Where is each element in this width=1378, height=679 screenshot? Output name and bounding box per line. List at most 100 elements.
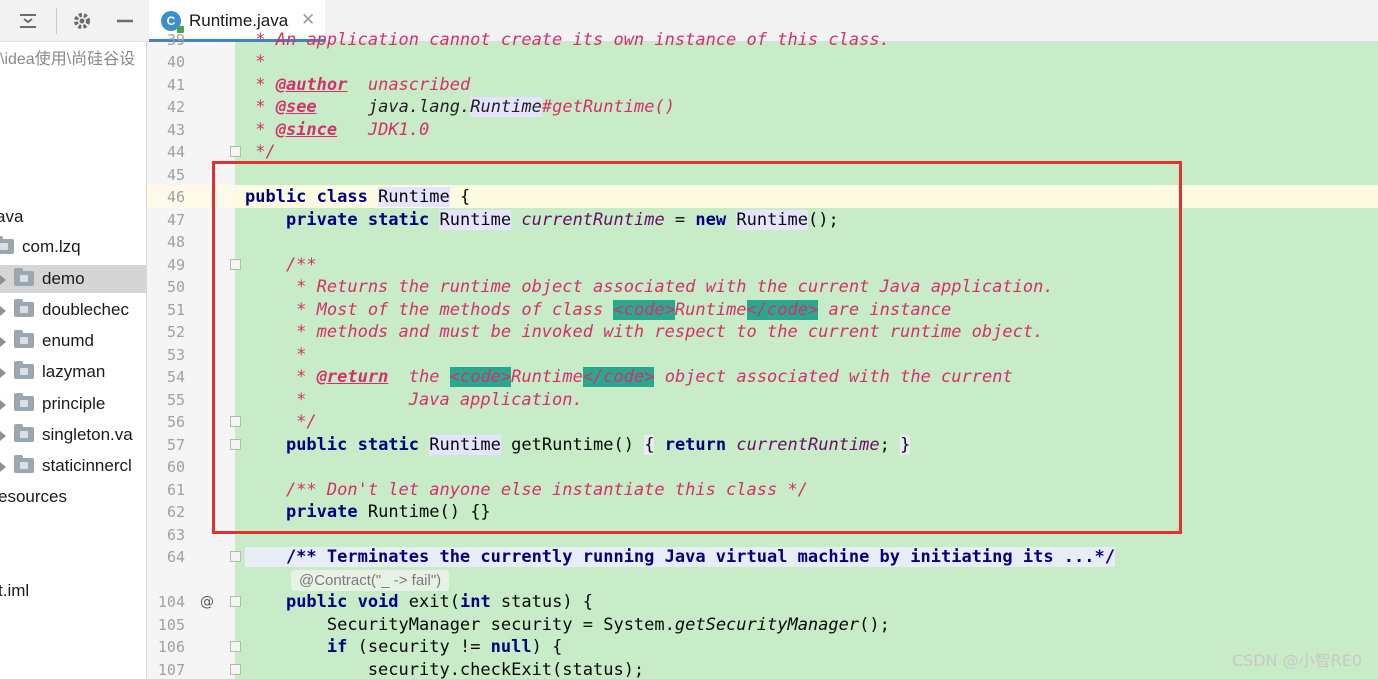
package-folder-icon xyxy=(14,360,34,379)
line-number: 47 xyxy=(166,211,185,229)
line-number: 55 xyxy=(166,391,185,409)
line-number: 56 xyxy=(166,413,185,431)
code-line[interactable]: if (security != null) { xyxy=(245,636,562,659)
line-number: 62 xyxy=(166,503,185,521)
doc-comment-text: */ xyxy=(245,142,276,162)
line-number: 43 xyxy=(166,121,185,139)
tree-item-com-lzq[interactable]: com.lzq xyxy=(0,233,81,261)
line-number: 53 xyxy=(166,346,185,364)
line-number: 52 xyxy=(166,323,185,341)
code-line[interactable]: * @since JDK1.0 xyxy=(245,119,429,142)
toolbar-divider xyxy=(56,8,57,34)
line-number: 49 xyxy=(166,256,185,274)
line-number: 107 xyxy=(157,661,185,679)
package-folder-icon xyxy=(14,454,34,473)
line-number: 41 xyxy=(166,76,185,94)
java-class-icon: C xyxy=(161,11,184,33)
tree-item-iml[interactable]: t.iml xyxy=(0,577,29,605)
tree-item-java[interactable]: ava xyxy=(0,203,23,231)
expand-arrow-icon[interactable] xyxy=(0,274,6,285)
expand-arrow-icon[interactable] xyxy=(0,430,6,441)
line-number: 54 xyxy=(166,368,185,386)
line-number: 57 xyxy=(166,436,185,454)
tree-item-singleton[interactable]: singleton.va xyxy=(0,421,133,449)
tree-item-label: enumd xyxy=(42,331,94,350)
expand-arrow-icon[interactable] xyxy=(0,305,6,316)
fold-marker-icon[interactable] xyxy=(230,146,241,157)
tree-item-label: lazyman xyxy=(42,362,106,381)
line-number: 42 xyxy=(166,98,185,116)
line-number: 106 xyxy=(157,638,185,656)
tree-item-label: t.iml xyxy=(0,581,30,600)
tree-item-staticinnerclass[interactable]: staticinnercl xyxy=(0,452,132,480)
tree-item-resources[interactable]: esources xyxy=(0,483,67,511)
tree-item-doublecheck[interactable]: doublechec xyxy=(0,296,129,324)
line-number: 61 xyxy=(166,481,185,499)
package-folder-icon xyxy=(14,423,34,442)
line-number: 48 xyxy=(166,233,185,251)
minimize-icon[interactable] xyxy=(113,9,137,33)
tree-item-label: esources xyxy=(0,487,67,506)
project-tree: \idea使用\尚硅谷设 ava com.lzq demo doublechec… xyxy=(0,42,147,679)
tree-item-label: principle xyxy=(42,394,106,413)
highlight-annotation-box xyxy=(212,161,1182,534)
package-folder-icon xyxy=(14,267,34,286)
code-line[interactable]: * @author unascribed xyxy=(245,74,470,97)
close-icon[interactable]: ✕ xyxy=(301,10,315,30)
tree-item-label: com.lzq xyxy=(22,237,81,256)
contract-inlay-hint: @Contract("_ -> fail") xyxy=(291,570,450,591)
code-text: security.checkExit(status); xyxy=(245,660,645,679)
package-folder-icon xyxy=(14,298,34,317)
expand-arrow-icon[interactable] xyxy=(0,461,6,472)
expand-arrow-icon[interactable] xyxy=(0,336,6,347)
line-number: 44 xyxy=(166,143,185,161)
code-line[interactable]: public void exit(int status) { xyxy=(245,591,593,614)
tree-item-principle[interactable]: principle xyxy=(0,390,105,418)
line-number: 105 xyxy=(157,616,185,634)
doc-comment-text: * xyxy=(245,52,266,72)
fold-marker-icon[interactable] xyxy=(230,596,241,607)
line-number: 50 xyxy=(166,278,185,296)
code-line[interactable]: /** Terminates the currently running Jav… xyxy=(245,546,1115,569)
package-folder-icon xyxy=(0,235,14,254)
watermark: CSDN @小智RE0 xyxy=(1231,651,1362,670)
line-number: 40 xyxy=(166,53,185,71)
tree-item-demo[interactable]: demo xyxy=(0,265,146,293)
line-number: 51 xyxy=(166,301,185,319)
tree-item-lazyman[interactable]: lazyman xyxy=(0,358,105,386)
project-path: \idea使用\尚硅谷设 xyxy=(0,46,135,74)
expand-arrow-icon[interactable] xyxy=(0,367,6,378)
package-folder-icon xyxy=(14,329,34,348)
line-number: 46 xyxy=(166,188,185,206)
fold-marker-icon[interactable] xyxy=(230,551,241,562)
expand-arrow-icon[interactable] xyxy=(0,399,6,410)
fold-marker-icon[interactable] xyxy=(230,664,241,675)
code-line[interactable]: * @see java.lang.Runtime#getRuntime() xyxy=(245,96,675,119)
gear-icon[interactable] xyxy=(70,9,94,33)
line-number: 63 xyxy=(166,526,185,544)
project-path-text: \idea使用\尚硅谷设 xyxy=(0,51,136,68)
collapse-all-icon[interactable] xyxy=(16,9,40,33)
code-line[interactable]: SecurityManager security = System.getSec… xyxy=(245,614,890,637)
tree-item-label: staticinnercl xyxy=(42,456,132,475)
code-line[interactable]: * xyxy=(245,51,265,74)
line-number: 64 xyxy=(166,548,185,566)
override-gutter-icon[interactable]: @ xyxy=(200,591,214,614)
tree-item-label: singleton.va xyxy=(42,425,133,444)
project-toolbar xyxy=(0,0,147,42)
code-line[interactable]: * An application cannot create its own i… xyxy=(245,29,890,52)
tree-item-label: demo xyxy=(42,269,85,288)
collapsed-doc-comment[interactable]: /** Terminates the currently running Jav… xyxy=(245,547,1115,567)
fold-marker-icon[interactable] xyxy=(230,641,241,652)
tree-item-enumd[interactable]: enumd xyxy=(0,327,94,355)
line-number: 45 xyxy=(166,166,185,184)
line-number: 60 xyxy=(166,458,185,476)
tree-item-label: ava xyxy=(0,207,24,226)
tab-title: Runtime.java xyxy=(189,11,289,30)
doc-comment-text: * An application cannot create its own i… xyxy=(245,30,890,50)
tree-item-label: doublechec xyxy=(42,300,129,319)
line-number: 104 xyxy=(157,593,185,611)
package-folder-icon xyxy=(14,392,34,411)
line-number: 39 xyxy=(166,31,185,49)
code-line[interactable]: security.checkExit(status); xyxy=(245,659,644,679)
